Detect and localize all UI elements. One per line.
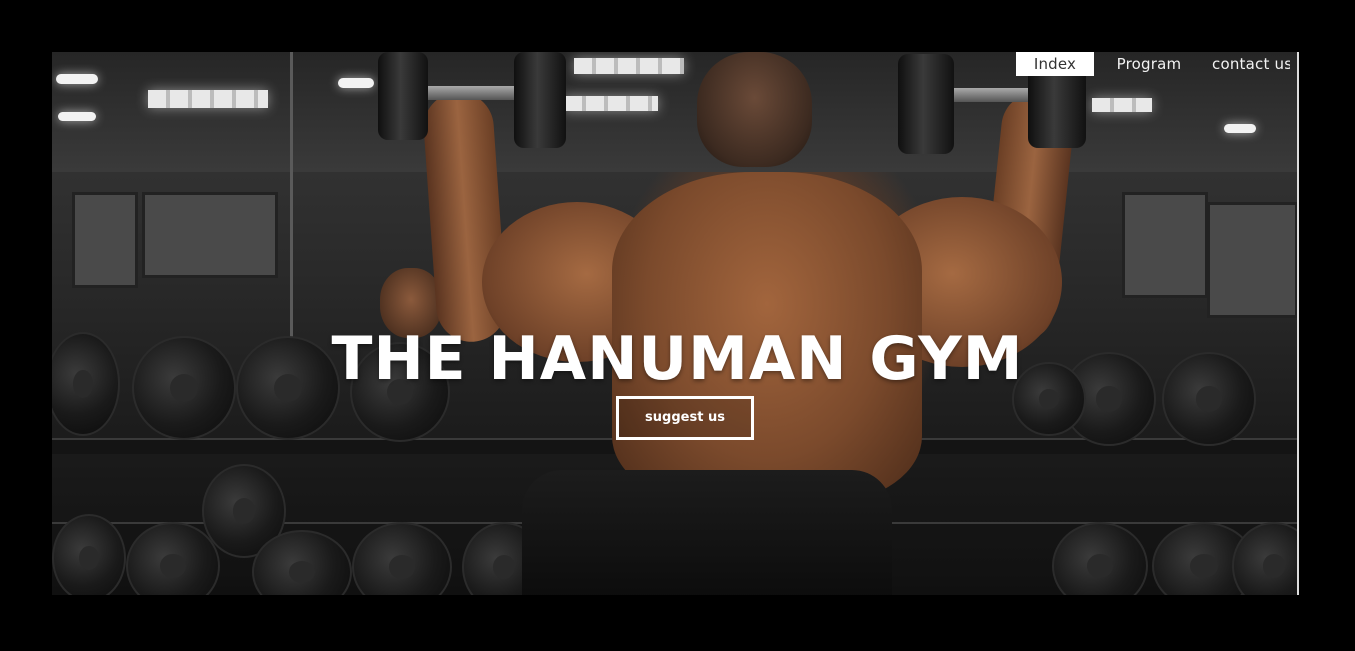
ceiling-light bbox=[58, 112, 96, 121]
dumbbell-weight bbox=[378, 52, 428, 140]
dumbbell-weight bbox=[514, 52, 566, 148]
athlete-head bbox=[697, 52, 812, 167]
ceiling-panel-light bbox=[1092, 98, 1152, 112]
page-frame: Index Program contact us THE HANUMAN GYM… bbox=[0, 0, 1355, 651]
mirror-edge bbox=[290, 52, 293, 352]
dumbbell-weight bbox=[898, 54, 954, 154]
ceiling-panel-light bbox=[148, 90, 268, 108]
dumbbell-plate bbox=[52, 514, 126, 595]
athlete-shorts bbox=[522, 470, 892, 595]
ceiling-light bbox=[56, 74, 98, 84]
ceiling-panel-light bbox=[564, 96, 658, 111]
ceiling-panel-light bbox=[574, 58, 684, 74]
background-window bbox=[1207, 202, 1298, 318]
hero-title: THE HANUMAN GYM bbox=[331, 324, 1024, 394]
background-window bbox=[1122, 192, 1208, 298]
ceiling-light bbox=[1224, 124, 1256, 133]
suggest-us-button[interactable]: suggest us bbox=[616, 396, 754, 440]
background-window bbox=[72, 192, 138, 288]
nav-item-contact-us[interactable]: contact us bbox=[1202, 52, 1290, 76]
background-window bbox=[142, 192, 278, 278]
top-nav: Index Program contact us bbox=[1016, 52, 1290, 76]
nav-item-program[interactable]: Program bbox=[1096, 52, 1202, 76]
ceiling-light bbox=[338, 78, 374, 88]
nav-item-index[interactable]: Index bbox=[1016, 52, 1094, 76]
